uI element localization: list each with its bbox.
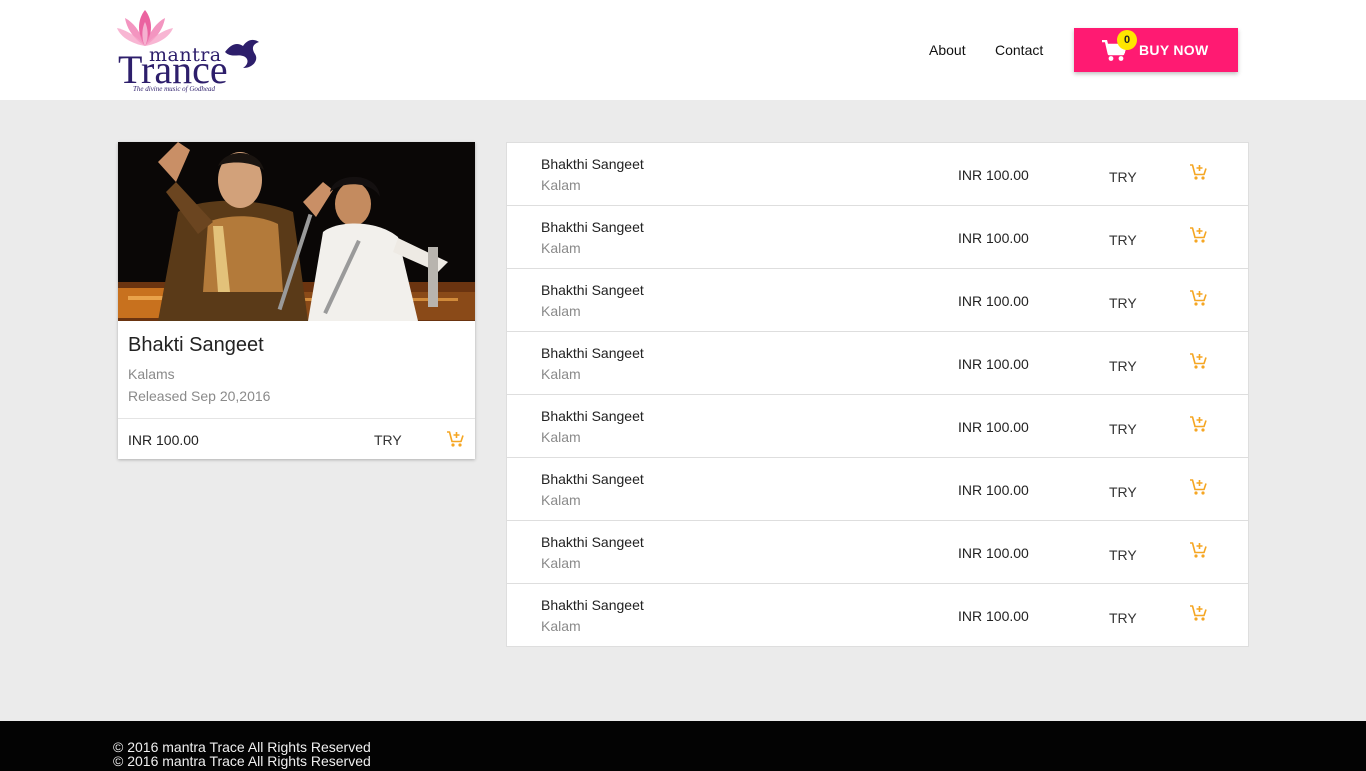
nav-contact-link[interactable]: Contact — [995, 42, 1043, 58]
add-to-cart-icon[interactable] — [1189, 604, 1207, 627]
track-price: INR 100.00 — [958, 167, 1029, 183]
album-price: INR 100.00 — [128, 432, 199, 448]
add-to-cart-icon[interactable] — [1189, 415, 1207, 438]
album-try-button[interactable]: TRY — [374, 432, 402, 448]
album-cover-image — [118, 142, 475, 321]
album-title: Bhakti Sangeet — [128, 334, 264, 356]
logo-word-trance: Trance — [118, 47, 228, 92]
track-list: Bhakthi Sangeet Kalam INR 100.00 TRY Bha… — [506, 142, 1249, 647]
track-subtitle: Kalam — [541, 177, 581, 193]
track-subtitle: Kalam — [541, 366, 581, 382]
track-price: INR 100.00 — [958, 608, 1029, 624]
site-footer: © 2016 mantra Trace All Rights Reserved … — [0, 721, 1366, 771]
track-price: INR 100.00 — [958, 545, 1029, 561]
add-to-cart-icon[interactable] — [1189, 289, 1207, 312]
track-try-button[interactable]: TRY — [1109, 358, 1137, 374]
track-subtitle: Kalam — [541, 303, 581, 319]
track-subtitle: Kalam — [541, 555, 581, 571]
site-header: mantra Trance The divine music of Godhea… — [0, 0, 1366, 100]
track-price: INR 100.00 — [958, 356, 1029, 372]
mantra-trance-logo[interactable]: mantra Trance The divine music of Godhea… — [115, 8, 265, 96]
add-to-cart-icon[interactable] — [1189, 163, 1207, 186]
add-to-cart-icon[interactable] — [1189, 352, 1207, 375]
track-title: Bhakthi Sangeet — [541, 471, 644, 487]
track-subtitle: Kalam — [541, 429, 581, 445]
buy-now-button[interactable]: 0 BUY NOW — [1074, 28, 1238, 72]
track-subtitle: Kalam — [541, 618, 581, 634]
track-row[interactable]: Bhakthi Sangeet Kalam INR 100.00 TRY — [507, 206, 1248, 269]
track-try-button[interactable]: TRY — [1109, 547, 1137, 563]
track-price: INR 100.00 — [958, 293, 1029, 309]
track-row[interactable]: Bhakthi Sangeet Kalam INR 100.00 TRY — [507, 269, 1248, 332]
track-try-button[interactable]: TRY — [1109, 421, 1137, 437]
track-title: Bhakthi Sangeet — [541, 408, 644, 424]
track-price: INR 100.00 — [958, 230, 1029, 246]
album-subtitle: Kalams — [128, 366, 175, 382]
nav-about-link[interactable]: About — [929, 42, 966, 58]
track-title: Bhakthi Sangeet — [541, 219, 644, 235]
logo-swirl-icon — [225, 39, 259, 68]
add-to-cart-icon[interactable] — [1189, 478, 1207, 501]
track-row[interactable]: Bhakthi Sangeet Kalam INR 100.00 TRY — [507, 332, 1248, 395]
add-to-cart-icon[interactable] — [1189, 226, 1207, 249]
track-price: INR 100.00 — [958, 419, 1029, 435]
album-release-date: Released Sep 20,2016 — [128, 388, 271, 404]
track-try-button[interactable]: TRY — [1109, 610, 1137, 626]
track-row[interactable]: Bhakthi Sangeet Kalam INR 100.00 TRY — [507, 395, 1248, 458]
track-title: Bhakthi Sangeet — [541, 345, 644, 361]
featured-album-card[interactable]: Bhakti Sangeet Kalams Released Sep 20,20… — [118, 142, 475, 459]
card-divider — [118, 418, 475, 419]
track-row[interactable]: Bhakthi Sangeet Kalam INR 100.00 TRY — [507, 143, 1248, 206]
track-row[interactable]: Bhakthi Sangeet Kalam INR 100.00 TRY — [507, 584, 1248, 647]
footer-copyright-duplicate: © 2016 mantra Trace All Rights Reserved — [113, 753, 371, 769]
track-price: INR 100.00 — [958, 482, 1029, 498]
track-subtitle: Kalam — [541, 240, 581, 256]
buy-now-label: BUY NOW — [1139, 42, 1209, 58]
track-try-button[interactable]: TRY — [1109, 232, 1137, 248]
track-title: Bhakthi Sangeet — [541, 156, 644, 172]
track-subtitle: Kalam — [541, 492, 581, 508]
track-try-button[interactable]: TRY — [1109, 169, 1137, 185]
add-to-cart-icon[interactable] — [1189, 541, 1207, 564]
track-title: Bhakthi Sangeet — [541, 597, 644, 613]
track-title: Bhakthi Sangeet — [541, 282, 644, 298]
track-row[interactable]: Bhakthi Sangeet Kalam INR 100.00 TRY — [507, 521, 1248, 584]
logo-tagline: The divine music of Godhead — [133, 85, 216, 93]
track-try-button[interactable]: TRY — [1109, 484, 1137, 500]
track-row[interactable]: Bhakthi Sangeet Kalam INR 100.00 TRY — [507, 458, 1248, 521]
cart-count-badge: 0 — [1117, 30, 1137, 50]
track-title: Bhakthi Sangeet — [541, 534, 644, 550]
track-try-button[interactable]: TRY — [1109, 295, 1137, 311]
add-to-cart-icon[interactable] — [446, 430, 464, 453]
